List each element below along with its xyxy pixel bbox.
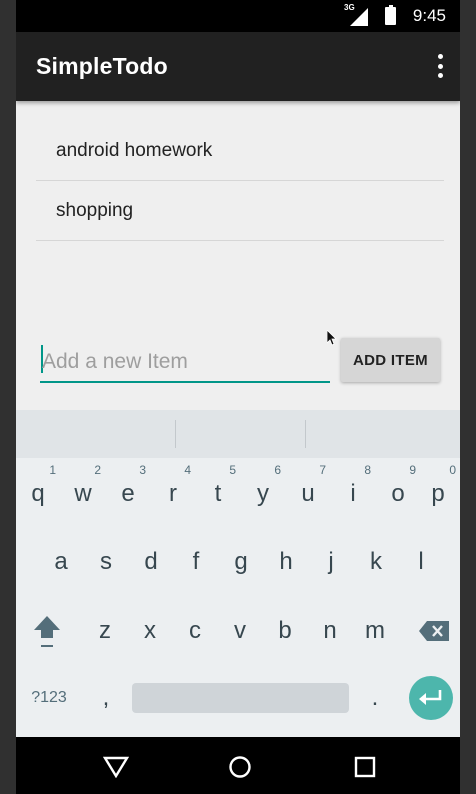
app-screen: 3G 9:45 SimpleTodo android homework shop… <box>16 0 460 794</box>
enter-icon[interactable] <box>409 676 453 720</box>
network-type-label: 3G <box>344 3 355 12</box>
key-a[interactable]: a <box>39 533 83 591</box>
screen-bezel-right <box>460 0 476 794</box>
key-c[interactable]: c <box>173 602 217 660</box>
add-item-button[interactable]: ADD ITEM <box>341 338 440 382</box>
key-d[interactable]: d <box>129 533 173 591</box>
signal-icon: 3G <box>344 3 370 28</box>
key-comma[interactable]: , <box>84 669 128 727</box>
key-f[interactable]: f <box>174 533 218 591</box>
key-t[interactable]: t5 <box>196 463 240 523</box>
key-h[interactable]: h <box>264 533 308 591</box>
suggestion-divider <box>175 420 176 448</box>
key-p[interactable]: p0 <box>416 463 460 523</box>
key-g[interactable]: g <box>219 533 263 591</box>
suggestion-strip <box>16 410 460 458</box>
list-item[interactable]: shopping <box>36 181 444 241</box>
key-b[interactable]: b <box>263 602 307 660</box>
key-x[interactable]: x <box>128 602 172 660</box>
key-v[interactable]: v <box>218 602 262 660</box>
app-title: SimpleTodo <box>36 53 168 79</box>
recents-square-icon[interactable] <box>351 753 379 781</box>
new-item-input[interactable] <box>42 345 322 379</box>
status-time: 9:45 <box>412 6 446 25</box>
key-q[interactable]: q1 <box>16 463 60 523</box>
shift-icon[interactable] <box>25 602 69 660</box>
navigation-bar <box>16 737 460 794</box>
key-m[interactable]: m <box>353 602 397 660</box>
list-item-label: shopping <box>56 199 134 221</box>
key-k[interactable]: k <box>354 533 398 591</box>
suggestion-divider <box>305 420 306 448</box>
key-o[interactable]: o9 <box>376 463 420 523</box>
key-e[interactable]: e3 <box>106 463 150 523</box>
key-s[interactable]: s <box>84 533 128 591</box>
backspace-icon[interactable] <box>412 602 456 660</box>
list-item-label: android homework <box>56 139 213 161</box>
status-bar: 3G 9:45 <box>16 0 460 32</box>
back-triangle-icon[interactable] <box>102 753 130 781</box>
soft-keyboard: q1 w2 e3 r4 t5 y6 u7 i8 o9 p0 a s d f g … <box>16 410 460 737</box>
key-y[interactable]: y6 <box>241 463 285 523</box>
key-r[interactable]: r4 <box>151 463 195 523</box>
app-bar: SimpleTodo <box>16 32 460 101</box>
todo-list: android homework shopping <box>36 121 444 241</box>
key-i[interactable]: i8 <box>331 463 375 523</box>
key-z[interactable]: z <box>83 602 127 660</box>
battery-icon <box>385 5 396 25</box>
key-u[interactable]: u7 <box>286 463 330 523</box>
list-item[interactable]: android homework <box>36 121 444 181</box>
screen-bezel-left <box>0 0 16 794</box>
key-n[interactable]: n <box>308 602 352 660</box>
home-circle-icon[interactable] <box>226 753 254 781</box>
new-item-field-wrap <box>40 341 330 383</box>
more-vert-icon[interactable] <box>432 52 448 80</box>
key-period[interactable]: . <box>353 669 397 727</box>
key-w[interactable]: w2 <box>61 463 105 523</box>
space-bar[interactable] <box>132 683 349 713</box>
key-l[interactable]: l <box>399 533 443 591</box>
key-j[interactable]: j <box>309 533 353 591</box>
symbols-key[interactable]: ?123 <box>27 669 71 727</box>
